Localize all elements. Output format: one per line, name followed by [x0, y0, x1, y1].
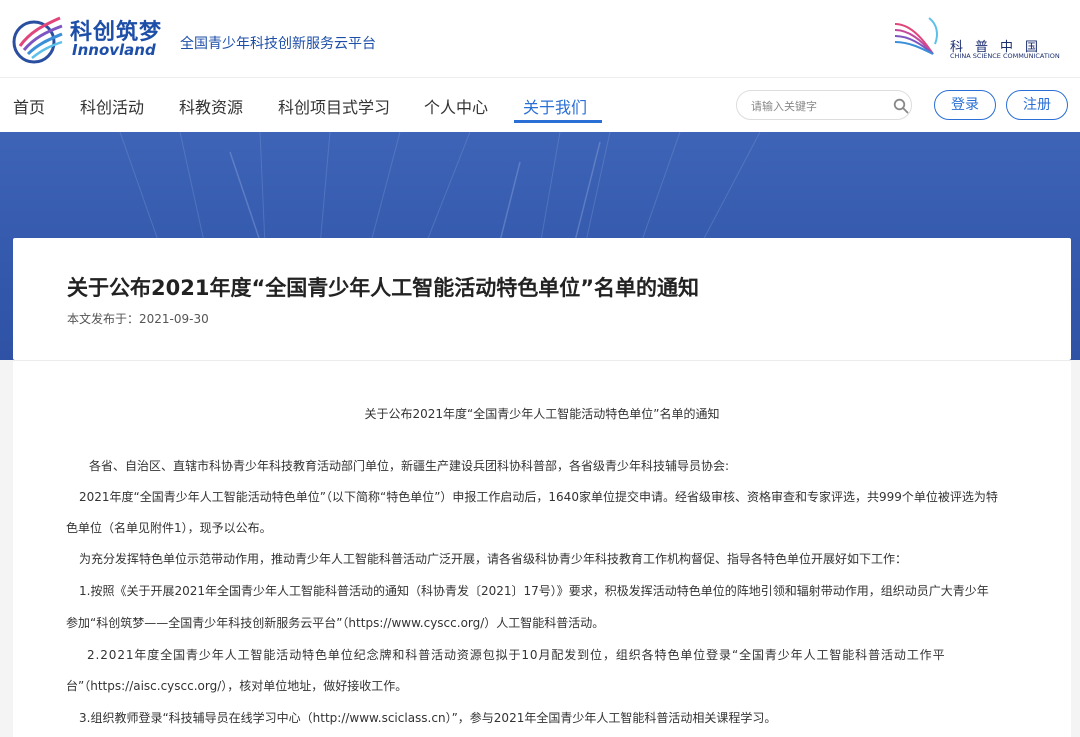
site-header: 科创筑梦 Innovland 全国青少年科技创新服务云平台 科普中国 CHINA…: [0, 0, 1080, 78]
nav-item-home[interactable]: 首页: [13, 94, 45, 118]
main-nav: 首页 科创活动 科教资源 科创项目式学习 个人中心 关于我们 登录 注册: [0, 78, 1080, 132]
search-input[interactable]: [751, 97, 881, 115]
innovland-logo-icon[interactable]: [12, 12, 66, 66]
paragraph-line: 参加“科创筑梦——全国青少年科技创新服务云平台”（https://www.cys…: [66, 616, 605, 630]
login-button[interactable]: 登录: [934, 90, 996, 120]
partner-name-en: CHINA SCIENCE COMMUNICATION: [950, 52, 1060, 60]
register-button[interactable]: 注册: [1006, 90, 1068, 120]
paragraph-line: 3.组织教师登录“科技辅导员在线学习中心（http://www.sciclass…: [79, 711, 777, 725]
paragraph-line: 色单位（名单见附件1），现予以公布。: [66, 521, 272, 535]
article-header: 关于公布2021年度“全国青少年人工智能活动特色单位”名单的通知 本文发布于：2…: [13, 238, 1071, 360]
platform-name: 全国青少年科技创新服务云平台: [180, 36, 376, 52]
nav-item-activities[interactable]: 科创活动: [80, 94, 144, 118]
paragraph-line: 为充分发挥特色单位示范带动作用，推动青少年人工智能科普活动广泛开展，请各省级科协…: [79, 552, 908, 566]
search-box: [736, 90, 912, 120]
paragraph-line: 2021年度“全国青少年人工智能活动特色单位”（以下简称“特色单位”）申报工作启…: [79, 490, 998, 504]
search-icon[interactable]: [893, 98, 909, 114]
paragraph-line: 2.2021年度全国青少年人工智能活动特色单位纪念牌和科普活动资源包拟于10月配…: [87, 648, 946, 662]
paragraph-line: 各省、自治区、直辖市科协青少年科技教育活动部门单位，新疆生产建设兵团科协科普部，…: [89, 459, 730, 473]
nav-item-resources[interactable]: 科教资源: [179, 94, 243, 118]
article-title: 关于公布2021年度“全国青少年人工智能活动特色单位”名单的通知: [67, 276, 700, 300]
nav-item-personal-center[interactable]: 个人中心: [424, 94, 488, 118]
article-date: 本文发布于：2021-09-30: [67, 312, 209, 326]
paragraph-line: 台”（https://aisc.cyscc.org/），核对单位地址，做好接收工…: [66, 679, 408, 693]
nav-item-project-learning[interactable]: 科创项目式学习: [278, 94, 390, 118]
brand-name-en[interactable]: Innovland: [72, 41, 156, 59]
nav-item-about-us[interactable]: 关于我们: [523, 94, 587, 118]
paragraph-line: 1.按照《关于开展2021年全国青少年人工智能科普活动的通知（科协青发〔2021…: [79, 584, 989, 598]
nav-active-indicator: [514, 120, 602, 123]
document-title: 关于公布2021年度“全国青少年人工智能活动特色单位”名单的通知: [364, 407, 720, 421]
article-body: 关于公布2021年度“全国青少年人工智能活动特色单位”名单的通知 各省、自治区、…: [13, 360, 1071, 737]
kepu-china-logo-icon[interactable]: [893, 14, 945, 60]
